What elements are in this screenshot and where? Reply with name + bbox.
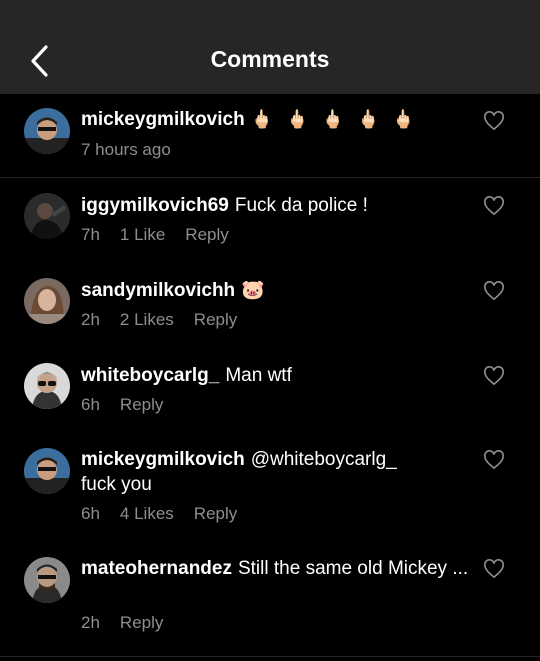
reply-button[interactable]: Reply: [194, 504, 237, 523]
like-button[interactable]: [483, 366, 505, 386]
header-bar: Comments: [0, 0, 540, 94]
comment-text: 🖕🏻 🖕🏻 🖕🏻 🖕🏻 🖕🏻: [250, 109, 419, 129]
comment-username[interactable]: mateohernandez: [81, 558, 232, 579]
comment-meta: 2h Reply: [81, 613, 183, 633]
comment-text: Still the same old Mickey ...: [237, 558, 469, 579]
like-button[interactable]: [483, 196, 505, 216]
avatar[interactable]: [24, 448, 70, 494]
avatar[interactable]: [24, 193, 70, 239]
comment-time: 2h: [81, 310, 100, 329]
comment-body: mateohernandez Still the same old Mickey …: [81, 556, 470, 581]
comment-username[interactable]: mickeygmilkovich: [81, 449, 245, 470]
likes-count[interactable]: 2 Likes: [120, 310, 174, 329]
avatar[interactable]: [24, 363, 70, 409]
comment-text: Fuck da police !: [234, 195, 368, 216]
like-button[interactable]: [483, 450, 505, 470]
caption-divider: [0, 177, 540, 178]
comment-body: iggymilkovich69 Fuck da police !: [81, 193, 470, 218]
likes-count[interactable]: 4 Likes: [120, 504, 174, 523]
comment-meta: 6h Reply: [81, 395, 183, 415]
likes-count[interactable]: 1 Like: [120, 225, 165, 244]
heart-icon: [484, 450, 504, 470]
reply-button[interactable]: Reply: [185, 225, 228, 244]
heart-icon: [484, 559, 504, 579]
comment-body: mickeygmilkovich 🖕🏻 🖕🏻 🖕🏻 🖕🏻 🖕🏻: [81, 107, 470, 132]
comment-time: 6h: [81, 395, 100, 414]
heart-icon: [484, 111, 504, 131]
comment-username[interactable]: sandymilkovichh: [81, 280, 235, 301]
comment-body: sandymilkovichh 🐷: [81, 278, 470, 303]
comment-body: mickeygmilkovich @whiteboycarlg_fuck you: [81, 447, 470, 497]
comment-meta: 7h 1 Like Reply: [81, 225, 249, 245]
heart-icon: [484, 281, 504, 301]
comment-text: Man wtf: [225, 365, 292, 386]
avatar[interactable]: [24, 557, 70, 603]
comment-time: 2h: [81, 613, 100, 632]
page-title: Comments: [210, 46, 330, 72]
comment-username[interactable]: whiteboycarlg_: [81, 365, 219, 386]
heart-icon: [484, 366, 504, 386]
heart-icon: [484, 196, 504, 216]
avatar[interactable]: [24, 278, 70, 324]
comment-username[interactable]: iggymilkovich69: [81, 195, 229, 216]
comment-time: 7h: [81, 225, 100, 244]
reply-button[interactable]: Reply: [194, 310, 237, 329]
comment-meta: 6h 4 Likes Reply: [81, 504, 257, 524]
avatar[interactable]: [24, 108, 70, 154]
comment-meta: 7 hours ago: [81, 140, 191, 160]
like-button[interactable]: [483, 111, 505, 131]
comment-time: 7 hours ago: [81, 140, 171, 159]
reply-button[interactable]: Reply: [120, 613, 163, 632]
comment-body: whiteboycarlg_ Man wtf: [81, 363, 470, 388]
comment-username[interactable]: mickeygmilkovich: [81, 109, 245, 130]
like-button[interactable]: [483, 559, 505, 579]
comment-meta: 2h 2 Likes Reply: [81, 310, 257, 330]
comment-text: 🐷: [241, 280, 265, 301]
comment-text: fuck you: [81, 474, 152, 495]
like-button[interactable]: [483, 281, 505, 301]
comment-mention[interactable]: @whiteboycarlg_: [251, 449, 397, 470]
bottom-divider: [0, 656, 540, 657]
comment-time: 6h: [81, 504, 100, 523]
reply-button[interactable]: Reply: [120, 395, 163, 414]
